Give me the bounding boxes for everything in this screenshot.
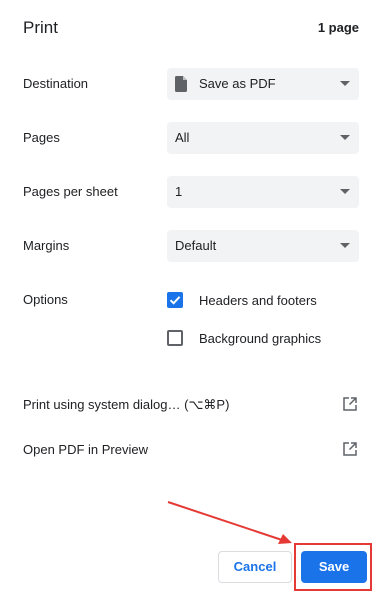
dialog-footer: Cancel Save [0, 490, 378, 598]
options-label: Options [23, 292, 68, 307]
chevron-down-icon [340, 135, 350, 140]
pages-per-sheet-row: Pages per sheet 1 [23, 176, 359, 208]
open-external-icon [343, 442, 357, 456]
pages-per-sheet-value: 1 [175, 184, 183, 199]
pages-per-sheet-select[interactable]: 1 [167, 176, 359, 208]
destination-label: Destination [23, 76, 89, 91]
headers-footers-option[interactable]: Headers and footers [167, 292, 357, 312]
open-external-icon [343, 397, 357, 411]
check-icon [169, 296, 181, 305]
background-graphics-checkbox[interactable] [167, 330, 183, 346]
open-preview-link[interactable]: Open PDF in Preview [23, 440, 359, 460]
margins-label: Margins [23, 238, 70, 253]
margins-value: Default [175, 238, 217, 253]
pages-row: Pages All [23, 122, 359, 154]
destination-row: Destination Save as PDF [23, 68, 359, 100]
margins-row: Margins Default [23, 230, 359, 262]
print-title: Print [23, 18, 58, 37]
pages-label: Pages [23, 130, 60, 145]
cancel-button[interactable]: Cancel [218, 551, 292, 583]
headers-footers-checkbox[interactable] [167, 292, 183, 308]
margins-select[interactable]: Default [167, 230, 359, 262]
page-count: 1 page [317, 20, 359, 35]
chevron-down-icon [340, 243, 350, 248]
document-icon [175, 76, 187, 92]
print-header: Print 1 page [23, 18, 359, 40]
pages-value: All [175, 130, 190, 145]
destination-select[interactable]: Save as PDF [167, 68, 359, 100]
destination-value: Save as PDF [199, 76, 276, 91]
background-graphics-option[interactable]: Background graphics [167, 330, 357, 350]
system-dialog-label: Print using system dialog… (⌥⌘P) [23, 397, 230, 412]
headers-footers-label: Headers and footers [199, 293, 317, 308]
system-dialog-link[interactable]: Print using system dialog… (⌥⌘P) [23, 395, 359, 415]
pages-select[interactable]: All [167, 122, 359, 154]
open-preview-label: Open PDF in Preview [23, 442, 148, 457]
chevron-down-icon [340, 189, 350, 194]
save-button[interactable]: Save [301, 551, 367, 583]
chevron-down-icon [340, 81, 350, 86]
pages-per-sheet-label: Pages per sheet [23, 184, 118, 199]
background-graphics-label: Background graphics [199, 331, 322, 346]
